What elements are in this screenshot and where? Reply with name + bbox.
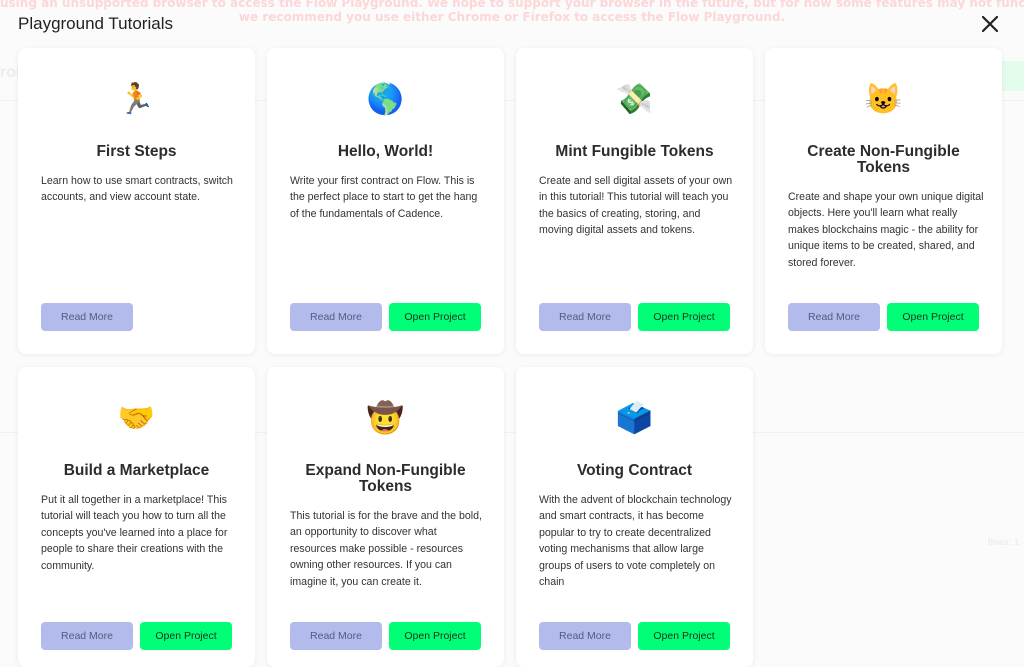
tutorial-card-hello-world: 🌎 Hello, World! Write your first contrac… — [267, 48, 504, 354]
open-project-button[interactable]: Open Project — [389, 303, 481, 331]
read-more-button[interactable]: Read More — [41, 622, 133, 650]
card-title: Expand Non-Fungible Tokens — [305, 462, 466, 495]
close-icon — [981, 15, 999, 33]
open-project-button[interactable]: Open Project — [887, 303, 979, 331]
card-description: Learn how to use smart contracts, switch… — [41, 175, 233, 204]
tutorial-card-expand-nft: 🤠 Expand Non-Fungible Tokens This tutori… — [267, 367, 504, 667]
card-title: Create Non-Fungible Tokens — [807, 143, 960, 176]
tutorial-card-first-steps: 🏃 First Steps Learn how to use smart con… — [18, 48, 255, 354]
read-more-button[interactable]: Read More — [788, 303, 880, 331]
card-title: First Steps — [96, 143, 177, 160]
globe-icon: 🌎 — [366, 83, 405, 116]
card-description: Create and shape your own unique digital… — [788, 191, 984, 269]
card-title: Voting Contract — [576, 462, 693, 479]
card-description: With the advent of blockchain technology… — [539, 494, 732, 589]
read-more-button[interactable]: Read More — [41, 303, 133, 331]
handshake-icon: 🤝 — [117, 402, 156, 435]
money-with-wings-icon: 💸 — [615, 83, 654, 116]
banner-line-1: using an unsupported browser to access t… — [0, 0, 1024, 10]
tutorial-card-build-marketplace: 🤝 Build a Marketplace Put it all togethe… — [18, 367, 255, 667]
card-description: Write your first contract on Flow. This … — [290, 175, 478, 220]
open-project-button[interactable]: Open Project — [638, 303, 730, 331]
card-description: Create and sell digital assets of your o… — [539, 175, 733, 237]
cowboy-icon: 🤠 — [366, 402, 405, 435]
background-lines-count: lines: 1 — [988, 537, 1020, 547]
close-button[interactable] — [978, 12, 1002, 36]
card-description: Put it all together in a marketplace! Th… — [41, 494, 228, 572]
card-title: Hello, World! — [337, 143, 434, 160]
card-title: Mint Fungible Tokens — [555, 143, 714, 160]
background-deploy-button — [1002, 61, 1024, 91]
read-more-button[interactable]: Read More — [539, 303, 631, 331]
tutorial-card-voting-contract: 🗳️ Voting Contract With the advent of bl… — [516, 367, 753, 667]
tutorial-card-mint-fungible-tokens: 💸 Mint Fungible Tokens Create and sell d… — [516, 48, 753, 354]
open-project-button[interactable]: Open Project — [140, 622, 232, 650]
read-more-button[interactable]: Read More — [539, 622, 631, 650]
card-title: Build a Marketplace — [63, 462, 210, 479]
open-project-button[interactable]: Open Project — [638, 622, 730, 650]
card-description: This tutorial is for the brave and the b… — [290, 510, 482, 588]
smiling-cat-icon: 😺 — [864, 83, 903, 116]
open-project-button[interactable]: Open Project — [389, 622, 481, 650]
runner-icon: 🏃 — [117, 83, 156, 116]
ballot-box-icon: 🗳️ — [615, 402, 654, 435]
read-more-button[interactable]: Read More — [290, 303, 382, 331]
tutorial-card-create-nft: 😺 Create Non-Fungible Tokens Create and … — [765, 48, 1002, 354]
read-more-button[interactable]: Read More — [290, 622, 382, 650]
modal-title: Playground Tutorials — [18, 14, 173, 33]
